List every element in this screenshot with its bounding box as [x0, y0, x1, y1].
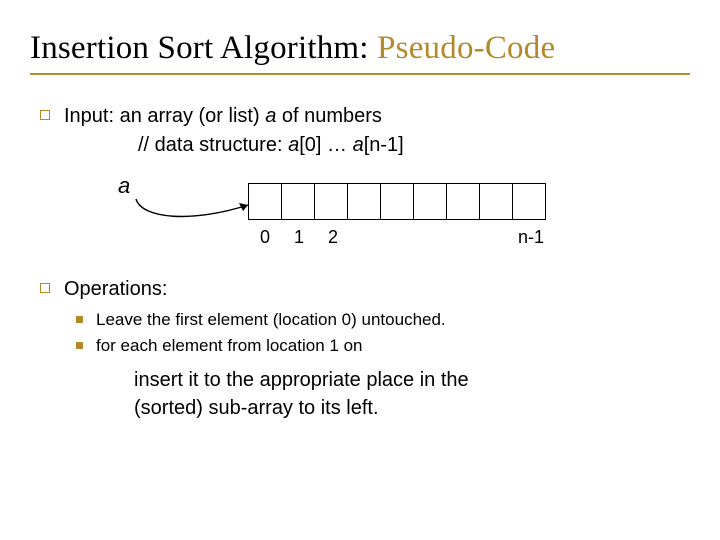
array-cell [512, 183, 546, 220]
conclusion-text: insert it to the appropriate place in th… [134, 366, 690, 422]
title-text: Insertion Sort Algorithm: [30, 30, 377, 66]
data-structure-line: // data structure: a[0] … a[n-1] [138, 132, 690, 159]
index-0: 0 [260, 227, 270, 248]
ds-tail: [n-1] [364, 134, 404, 156]
sub-item-2: for each element from location 1 on [74, 335, 690, 358]
ds-prefix: // data structure: [138, 134, 288, 156]
operations-row: Operations: [38, 276, 690, 303]
slide: Insertion Sort Algorithm: Pseudo-Code In… [0, 0, 720, 447]
title-underline [30, 73, 690, 75]
array-cell [446, 183, 480, 220]
ds-mid: [0] … [299, 134, 352, 156]
sub-text-1: Leave the first element (location 0) unt… [96, 309, 446, 332]
conclusion-line-1: insert it to the appropriate place in th… [134, 369, 469, 391]
square-bullet-icon [38, 109, 54, 121]
array-cell [248, 183, 282, 220]
content-block: Input: an array (or list) a of numbers /… [38, 103, 690, 422]
input-text: Input: an array (or list) a of numbers [64, 103, 382, 130]
array-diagram: a 0 1 2 n-1 [118, 173, 690, 268]
ds-var-a0: a [288, 134, 299, 156]
array-cell [479, 183, 513, 220]
square-bullet-icon [38, 282, 54, 294]
arrow-icon [132, 179, 252, 229]
input-var-a: a [265, 105, 276, 127]
input-prefix: Input: an array (or list) [64, 105, 265, 127]
array-cell [347, 183, 381, 220]
ds-var-an: a [353, 134, 364, 156]
title-highlight: Pseudo-Code [377, 30, 555, 66]
operations-heading: Operations: [64, 276, 167, 303]
array-label-a: a [118, 173, 130, 199]
array-cell [413, 183, 447, 220]
sub-item-1: Leave the first element (location 0) unt… [74, 309, 690, 332]
array-cell [281, 183, 315, 220]
array-cells [248, 183, 546, 220]
array-cell [380, 183, 414, 220]
operations-sublist: Leave the first element (location 0) unt… [74, 309, 690, 358]
conclusion-line-2: (sorted) sub-array to its left. [134, 397, 379, 419]
sub-text-2: for each element from location 1 on [96, 335, 362, 358]
index-n-1: n-1 [518, 227, 544, 248]
slide-title: Insertion Sort Algorithm: Pseudo-Code [30, 30, 690, 67]
index-2: 2 [328, 227, 338, 248]
index-1: 1 [294, 227, 304, 248]
input-suffix: of numbers [276, 105, 382, 127]
input-row: Input: an array (or list) a of numbers [38, 103, 690, 130]
array-cell [314, 183, 348, 220]
